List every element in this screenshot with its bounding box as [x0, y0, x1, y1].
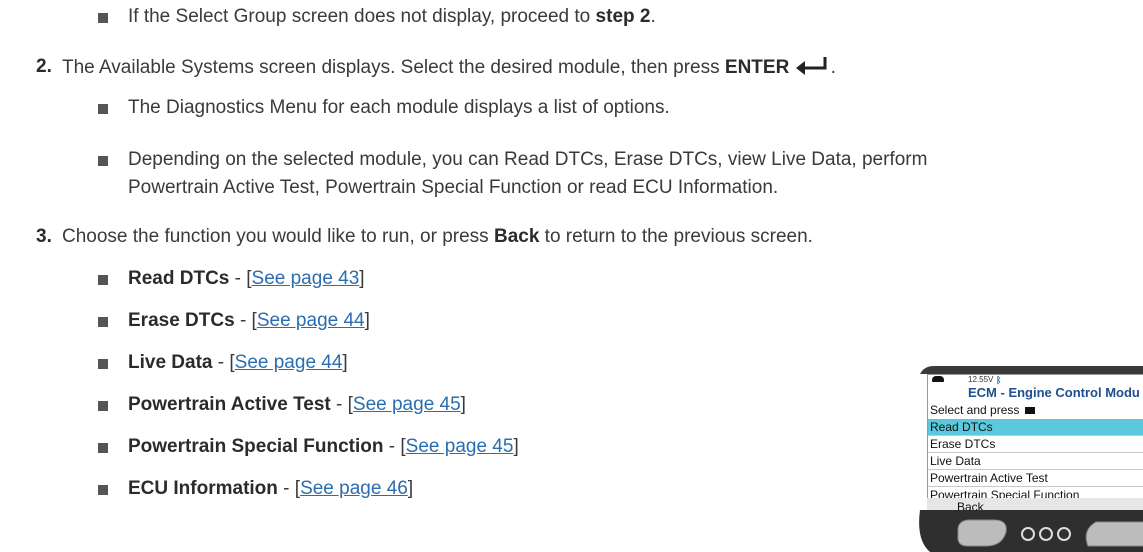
see-page-link[interactable]: See page 45: [406, 436, 514, 457]
voltage-readout: 12.55V: [968, 375, 994, 384]
bullet-square: [98, 401, 108, 411]
device-menu-item-erase-dtcs[interactable]: Erase DTCs: [928, 436, 1143, 453]
list-item-erase-dtcs: Erase DTCs - [See page 44]: [128, 310, 370, 331]
step-2-text: The Available Systems screen displays. S…: [62, 57, 836, 78]
step-3-number: 3.: [36, 226, 52, 247]
bullet-square: [98, 359, 108, 369]
device-prompt: Select and press: [928, 402, 1143, 419]
see-page-link[interactable]: See page 44: [235, 352, 343, 373]
see-page-link[interactable]: See page 44: [257, 310, 365, 331]
step-2-bullet-2-line-1: Depending on the selected module, you ca…: [128, 149, 928, 170]
list-item-powertrain-special-function: Powertrain Special Function - [See page …: [128, 436, 519, 457]
device-menu-item-read-dtcs[interactable]: Read DTCs: [928, 419, 1143, 436]
device-bezel-bottom: [919, 510, 1143, 552]
bullet-square: [98, 275, 108, 285]
right-softkey-button: [1085, 521, 1143, 547]
step-3-text: Choose the function you would like to ru…: [62, 226, 813, 247]
bullet-square: [98, 104, 108, 114]
list-item-ecu-information: ECU Information - [See page 46]: [128, 478, 414, 499]
device-menu-item-live-data[interactable]: Live Data: [928, 453, 1143, 470]
device-screen-title: ECM - Engine Control Modu: [968, 385, 1140, 400]
step-2-bullet-2-line-2: Powertrain Active Test, Powertrain Speci…: [128, 177, 779, 198]
device-screen: 12.55V ᛒ ECM - Engine Control Modu Selec…: [927, 374, 1143, 500]
intro-bullet-text: If the Select Group screen does not disp…: [128, 6, 656, 27]
step-2-bullet-1: The Diagnostics Menu for each module dis…: [128, 97, 670, 118]
car-icon: [932, 376, 944, 382]
bullet-square: [98, 317, 108, 327]
device-menu-item-powertrain-active-test[interactable]: Powertrain Active Test: [928, 470, 1143, 487]
bullet-square: [98, 156, 108, 166]
enter-key-icon: [1024, 407, 1035, 415]
bluetooth-icon: ᛒ: [996, 375, 1002, 385]
bullet-square: [98, 443, 108, 453]
step-2-number: 2.: [36, 56, 52, 77]
bullet-square: [98, 13, 108, 23]
list-item-powertrain-active-test: Powertrain Active Test - [See page 45]: [128, 394, 466, 415]
see-page-link[interactable]: See page 43: [252, 268, 360, 289]
device-bezel-top: [920, 366, 1143, 374]
list-item-read-dtcs: Read DTCs - [See page 43]: [128, 268, 365, 289]
see-page-link[interactable]: See page 45: [353, 394, 461, 415]
list-item-live-data: Live Data - [See page 44]: [128, 352, 348, 373]
bullet-square: [98, 485, 108, 495]
scan-tool-device-image: 12.55V ᛒ ECM - Engine Control Modu Selec…: [910, 366, 1143, 552]
left-softkey-button: [957, 519, 1007, 547]
see-page-link[interactable]: See page 46: [300, 478, 408, 499]
enter-key-icon: [795, 57, 827, 75]
